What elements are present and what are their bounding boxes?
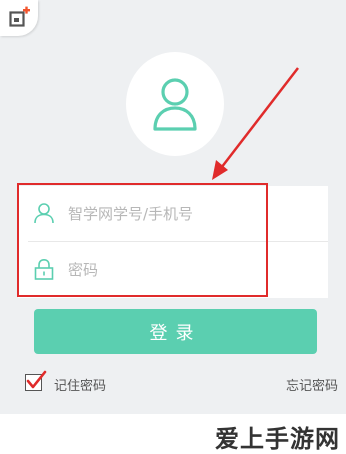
remember-label: 记住密码 <box>54 379 107 394</box>
forgot-password-link[interactable]: 忘记密码 <box>286 375 338 394</box>
remember-checkbox[interactable] <box>25 370 47 391</box>
user-avatar[interactable] <box>126 52 224 156</box>
site-watermark: 爱上手游网 <box>215 425 340 453</box>
app-badge[interactable] <box>0 0 38 36</box>
app-plus-icon <box>9 6 30 27</box>
user-avatar-icon <box>153 78 197 131</box>
login-button[interactable]: 登录 <box>34 309 317 354</box>
checkmark-icon <box>26 370 47 389</box>
login-screen: 智学网学号/手机号 密码 登录 记住密码 忘记密码 爱上手游网 <box>0 0 346 454</box>
annotation-highlight-box <box>17 183 268 297</box>
